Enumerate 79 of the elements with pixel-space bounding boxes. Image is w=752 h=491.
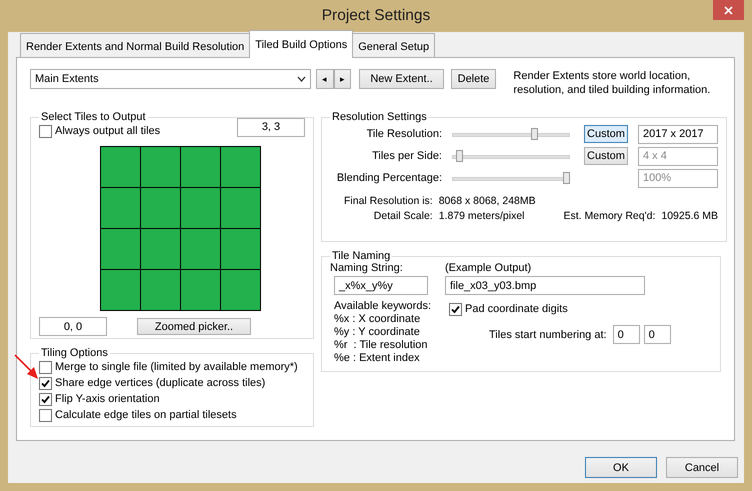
keyword-text: %e : Extent index (334, 352, 421, 365)
naming-string-field[interactable]: _x%x_y%y (334, 276, 428, 295)
tile[interactable] (141, 229, 181, 270)
tile-coordinate-field[interactable]: 3, 3 (237, 118, 305, 136)
checkbox-label: Share edge vertices (duplicate across tiles) (55, 377, 266, 389)
stat-value: 10925.6 MB (661, 210, 718, 222)
tile[interactable] (101, 270, 141, 311)
tab[interactable]: Tiled Build Options (249, 30, 354, 58)
chevron-down-icon (296, 76, 306, 82)
keyword-text: %y : Y coordinate (334, 326, 421, 339)
annotation-arrow (14, 354, 39, 380)
tile[interactable] (101, 147, 141, 188)
stat-label: Final Resolution is: (344, 195, 433, 207)
next-button[interactable]: ▸ (334, 69, 352, 89)
new-extent-button[interactable]: New Extent.. (359, 69, 444, 89)
checkbox[interactable] (39, 392, 52, 406)
checkbox-label: Pad coordinate digits (465, 303, 568, 315)
checkbox[interactable] (39, 376, 52, 390)
dialog-button[interactable]: OK (585, 457, 657, 478)
field-label: Tiles start numbering at: (489, 328, 607, 340)
tile[interactable] (181, 188, 221, 229)
slider[interactable] (452, 172, 570, 184)
tile[interactable] (101, 229, 141, 270)
window-title: Project Settings (322, 7, 430, 25)
tile[interactable] (221, 188, 261, 229)
close-icon (724, 6, 733, 14)
tile[interactable] (221, 229, 261, 270)
stat-label: Est. Memory Req'd: (564, 210, 656, 222)
delete-button[interactable]: Delete (450, 69, 496, 89)
custom-button[interactable]: Custom (584, 125, 628, 143)
group-title: Resolution Settings (331, 111, 428, 123)
info-text: Render Extents store world location, resolution, and tiled building information. (513, 69, 712, 97)
checkbox[interactable] (449, 302, 462, 316)
checkbox[interactable] (39, 408, 52, 422)
field-label: (Example Output) (445, 262, 532, 274)
example-output-field: file_x03_y03.bmp (445, 276, 645, 295)
dialog-button[interactable]: Cancel (666, 457, 738, 478)
close-button[interactable] (713, 0, 744, 20)
tile[interactable] (141, 147, 181, 188)
group-title: Tile Naming (331, 250, 392, 262)
slider[interactable] (452, 128, 570, 140)
dropdown-value: Main Extents (35, 73, 99, 85)
tile[interactable] (221, 270, 261, 311)
checkbox-label: Merge to single file (limited by available memory*) (55, 361, 298, 373)
checkbox-label: Always output all tiles (55, 125, 160, 137)
stat-value: 8068 x 8068, 248MB (438, 195, 536, 207)
start-x-field[interactable]: 0 (612, 325, 640, 344)
tile[interactable] (181, 229, 221, 270)
origin-tile-field[interactable]: 0, 0 (39, 317, 107, 336)
previous-button[interactable]: ◂ (316, 69, 334, 89)
tile[interactable] (181, 270, 221, 311)
slider-thumb[interactable] (530, 128, 538, 140)
tile[interactable] (221, 147, 261, 188)
zoomed-picker-button[interactable]: Zoomed picker.. (137, 318, 251, 335)
tab[interactable]: Render Extents and Normal Build Resolution (20, 33, 250, 58)
keyword-text: Available keywords: (334, 300, 432, 313)
checkbox-label: Calculate edge tiles on partial tilesets (55, 409, 237, 421)
start-y-field[interactable]: 0 (644, 325, 671, 344)
checkbox[interactable] (39, 360, 52, 374)
group-title: Select Tiles to Output (40, 111, 147, 123)
stat-label: Detail Scale: (374, 210, 433, 222)
checkbox[interactable] (39, 124, 52, 138)
tile[interactable] (101, 188, 141, 229)
keyword-text: %r : Tile resolution (334, 339, 429, 352)
value-field[interactable]: 2017 x 2017 (638, 124, 718, 144)
stat-value: 1.879 meters/pixel (438, 210, 526, 222)
tile[interactable] (181, 147, 221, 188)
group-title: Tiling Options (40, 347, 109, 359)
keyword-text: %x : X coordinate (334, 313, 422, 326)
field-label: Naming String: (330, 262, 404, 274)
slider-label: Tiles per Side: (371, 150, 443, 162)
checkbox-label: Flip Y-axis orientation (55, 393, 160, 405)
tile[interactable] (141, 270, 181, 311)
extent-dropdown[interactable]: Main Extents (30, 69, 311, 89)
slider-label: Blending Percentage: (336, 172, 443, 184)
slider-label: Tile Resolution: (366, 128, 443, 140)
slider[interactable] (452, 150, 570, 162)
tile[interactable] (141, 188, 181, 229)
tab[interactable]: General Setup (352, 33, 436, 58)
